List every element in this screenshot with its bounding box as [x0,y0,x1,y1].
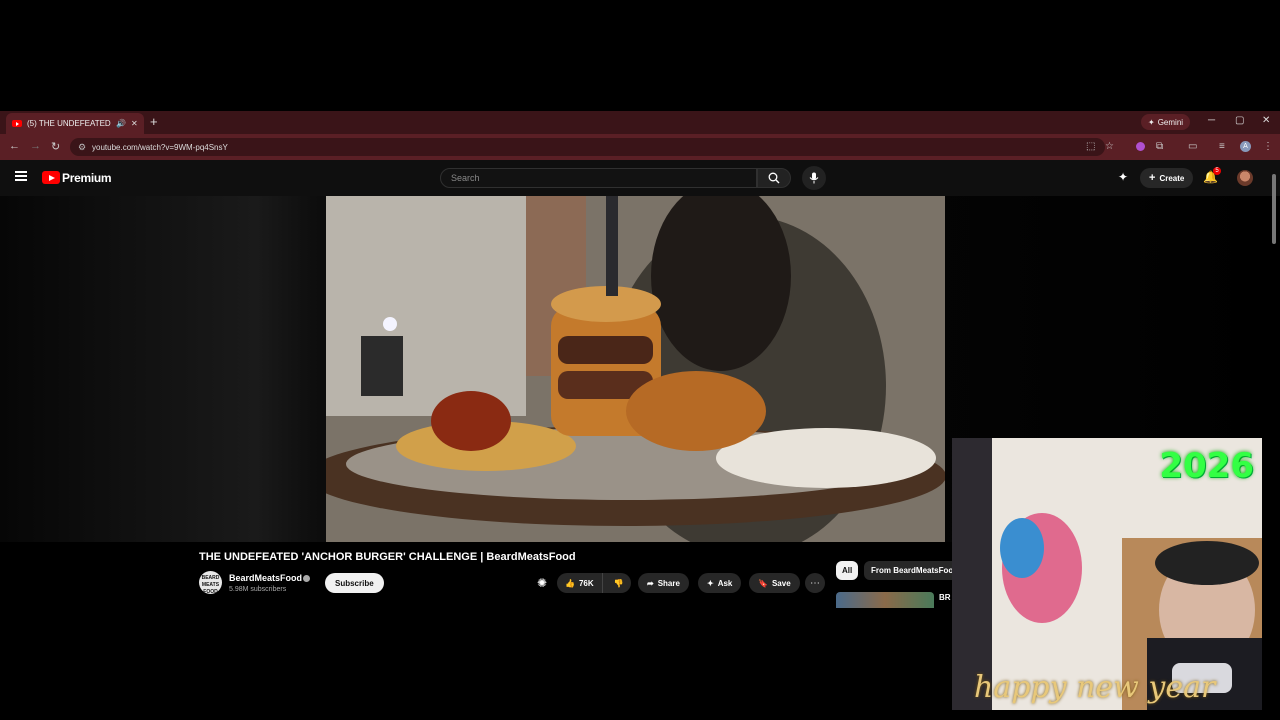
sparkle-icon: ✦ [707,578,714,588]
recommended-video-thumbnail[interactable] [836,592,934,608]
ask-label: Ask [717,578,733,588]
share-button[interactable]: ➦ Share [638,573,689,593]
chip-from-channel[interactable]: From BeardMeatsFood [864,561,959,580]
create-label: Create [1159,173,1185,183]
maximize-icon[interactable]: ▢ [1235,115,1244,126]
video-title: THE UNDEFEATED 'ANCHOR BURGER' CHALLENGE… [199,551,576,563]
new-tab-button[interactable]: + [150,114,158,129]
speaker-icon[interactable]: 🔊 [116,119,126,128]
search-icon [768,172,780,184]
video-player[interactable] [326,196,945,542]
search-button[interactable] [757,168,791,188]
gemini-label: Gemini [1157,117,1184,127]
gemini-sparkle-icon[interactable]: ✦ [1118,170,1128,184]
voice-search-button[interactable] [802,166,826,190]
screen: (5) THE UNDEFEATED 'ANCHOR BURGER' CHALL… [0,0,1280,720]
microphone-icon [809,172,819,184]
dislike-button[interactable]: 👎 [607,579,631,588]
notification-count-badge: 5 [1213,167,1221,175]
like-button[interactable]: 👍 76K [557,573,603,593]
create-button[interactable]: + Create [1140,168,1194,188]
recommended-video-title[interactable]: BR [939,593,951,602]
minimize-icon[interactable]: ─ [1208,115,1215,126]
greeting-overlay-text: happy new year [974,670,1216,705]
thumbs-up-icon: 👍 [565,578,575,588]
tab-title: (5) THE UNDEFEATED 'ANCHOR BURGER' CHALL… [27,119,111,128]
scrollbar-thumb[interactable] [1272,174,1276,244]
bookmark-star-icon[interactable]: ☆ [1105,141,1114,152]
video-frame-image [326,196,945,542]
ai-sparkle-icon[interactable]: ✺ [537,576,547,590]
channel-name[interactable]: BeardMeatsFood [229,573,302,583]
browser-menu-icon[interactable]: ⋮ [1263,141,1273,152]
chip-all[interactable]: All [836,561,859,580]
like-dislike-group: 👍 76K 👎 [557,573,631,593]
site-info-icon[interactable]: ⚙ [78,142,86,153]
install-app-icon[interactable]: ⬚ [1086,141,1095,152]
close-window-icon[interactable]: ✕ [1262,115,1270,126]
extension-badge-icon[interactable] [1136,142,1145,151]
user-avatar[interactable] [1237,170,1253,186]
browser-toolbar: ← → ↻ ⚙ youtube.com/watch?v=9WM-pq4SnsY … [0,134,1280,160]
url-text: youtube.com/watch?v=9WM-pq4SnsY [92,142,228,152]
more-horizontal-icon: ⋯ [810,577,820,589]
ask-button[interactable]: ✦ Ask [698,573,742,593]
gemini-button[interactable]: ✦ Gemini [1141,114,1191,130]
reload-icon[interactable]: ↻ [51,140,60,153]
youtube-logo-icon[interactable] [42,171,60,184]
youtube-favicon-icon [12,120,22,127]
browser-tab-bar: (5) THE UNDEFEATED 'ANCHOR BURGER' CHALL… [0,111,1280,134]
menu-icon[interactable] [15,171,27,181]
subscribe-button[interactable]: Subscribe [325,573,384,593]
plus-icon: + [1149,172,1156,184]
browser-profile-avatar[interactable]: A [1240,141,1251,152]
share-label: Share [657,578,680,588]
thumbs-down-icon: 👎 [613,578,624,588]
verified-badge-icon [303,575,310,582]
media-controls-icon[interactable]: ≡ [1219,141,1225,152]
close-tab-icon[interactable]: ✕ [131,119,138,128]
like-count: 76K [578,578,594,588]
address-bar[interactable]: ⚙ youtube.com/watch?v=9WM-pq4SnsY [70,138,1105,156]
extensions-icon[interactable]: ⧉ [1156,141,1163,152]
share-arrow-icon: ➦ [647,578,654,588]
webcam-overlay: 2026 happy new year [952,438,1262,710]
save-label: Save [771,578,791,588]
subscriber-count: 5.98M subscribers [229,586,287,593]
youtube-brand-label[interactable]: Premium [62,171,112,185]
save-button[interactable]: 🔖 Save [749,573,800,593]
gemini-sparkle-icon: ✦ [1148,117,1155,127]
browser-tab[interactable]: (5) THE UNDEFEATED 'ANCHOR BURGER' CHALL… [6,113,144,134]
channel-avatar[interactable]: BEARD MEATS FOOD [199,571,222,595]
side-panel-icon[interactable]: ▭ [1188,141,1197,152]
page-scrollbar[interactable] [1270,170,1278,610]
search-input[interactable]: Search [440,168,757,188]
youtube-header: Premium Search ✦ + Create 🔔 5 [0,160,1280,196]
forward-icon[interactable]: → [30,140,41,152]
bookmark-icon: 🔖 [758,578,768,588]
year-overlay-text: 2026 [1159,446,1254,486]
back-icon[interactable]: ← [9,140,20,152]
more-actions-button[interactable]: ⋯ [805,573,825,593]
